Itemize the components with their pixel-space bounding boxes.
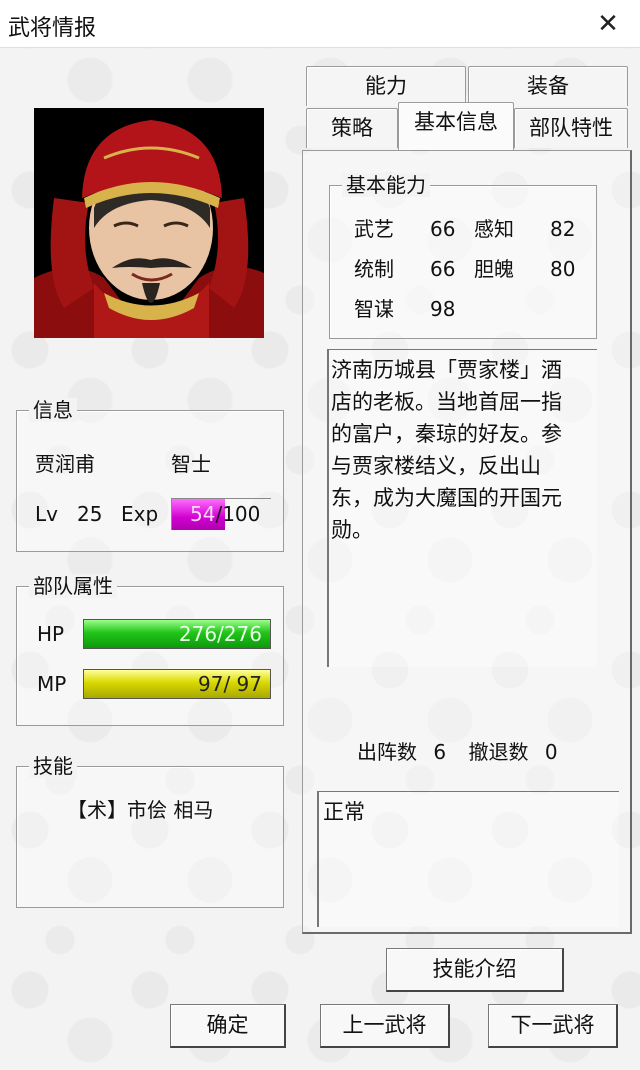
stat-value-intellect: 98 [430, 297, 456, 321]
level-label: Lv [35, 502, 58, 526]
stat-value-courage: 80 [550, 257, 576, 281]
troop-group: 部队属性 HP 276/276 MP 97/ 97 [16, 574, 284, 726]
deploy-value: 6 [433, 740, 447, 764]
info-group: 信息 贾润甫 智士 Lv 25 Exp 54/100 [16, 398, 284, 552]
info-legend: 信息 [29, 398, 77, 422]
hp-bar: 276/276 [83, 619, 271, 649]
mp-text: 97/ 97 [198, 672, 262, 696]
close-icon[interactable]: ✕ [590, 6, 626, 42]
exp-current: 54 [190, 502, 216, 526]
stat-value-perception: 82 [550, 217, 576, 241]
skill-intro-button[interactable]: 技能介绍 [386, 948, 564, 992]
stat-label-intellect: 智谋 [354, 297, 394, 321]
ok-button[interactable]: 确定 [170, 1004, 286, 1048]
basic-info-panel: 基本能力 武艺 66 感知 82 统制 66 胆魄 80 智谋 98 济南历城县… [302, 150, 632, 934]
stat-label-courage: 胆魄 [474, 257, 514, 281]
skill-entry[interactable]: 【术】市侩 相马 [67, 797, 213, 823]
tab-troop-traits[interactable]: 部队特性 [514, 108, 628, 148]
title-bar: 武将情报 ✕ [0, 0, 640, 48]
prev-general-button[interactable]: 上一武将 [320, 1004, 450, 1048]
mp-bar: 97/ 97 [83, 669, 271, 699]
skill-legend: 技能 [29, 754, 77, 778]
hp-text: 276/276 [178, 622, 262, 646]
retreat-value: 0 [544, 740, 558, 764]
tab-strategy[interactable]: 策略 [306, 108, 398, 148]
basic-ability-legend: 基本能力 [342, 173, 430, 197]
biography-text[interactable]: 济南历城县「贾家楼」酒 店的老板。当地首屈一指 的富户，秦琼的好友。参 与贾家楼… [327, 349, 597, 667]
window-title: 武将情报 [8, 16, 97, 41]
mp-label: MP [37, 672, 67, 696]
status-text[interactable]: 正常 [317, 791, 619, 927]
stat-value-martial: 66 [430, 217, 456, 241]
retreat-label: 撤退数 [468, 740, 529, 764]
general-name: 贾润甫 [35, 452, 95, 476]
troop-legend: 部队属性 [29, 574, 117, 598]
stat-label-perception: 感知 [474, 217, 514, 241]
stat-label-command: 统制 [354, 257, 394, 281]
tab-equipment[interactable]: 装备 [468, 66, 628, 106]
exp-label: Exp [121, 502, 159, 526]
basic-ability-group: 基本能力 武艺 66 感知 82 统制 66 胆魄 80 智谋 98 [329, 173, 597, 339]
general-portrait [34, 108, 264, 338]
next-general-button[interactable]: 下一武将 [488, 1004, 618, 1048]
tab-ability[interactable]: 能力 [306, 66, 466, 106]
skill-group: 技能 【术】市侩 相马 [16, 754, 284, 908]
deploy-label: 出阵数 [357, 740, 417, 764]
exp-bar: 54/100 [171, 498, 271, 530]
general-role: 智士 [171, 452, 211, 476]
exp-text: 54/100 [190, 501, 260, 527]
sortie-stats: 出阵数 6 撤退数 0 [357, 739, 558, 765]
tab-basic-info[interactable]: 基本信息 [398, 102, 514, 150]
exp-max: /100 [215, 502, 261, 526]
stat-value-command: 66 [430, 257, 456, 281]
general-portrait-image [34, 108, 264, 338]
stat-label-martial: 武艺 [354, 217, 394, 241]
level-value: 25 [77, 502, 103, 526]
hp-label: HP [37, 622, 65, 646]
